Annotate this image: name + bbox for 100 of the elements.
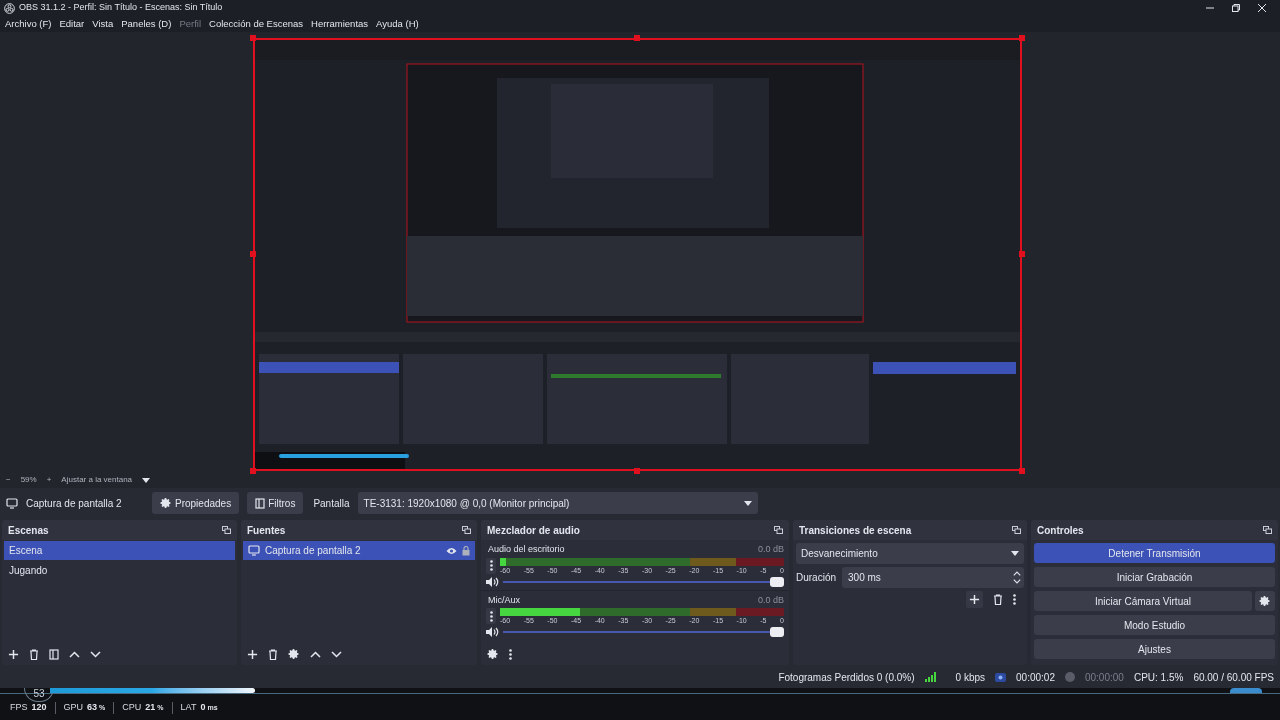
zoom-out-button[interactable]: − (6, 474, 11, 486)
move-up-icon[interactable] (310, 650, 321, 658)
move-down-icon[interactable] (90, 650, 101, 658)
dock-title: Controles (1037, 523, 1084, 538)
volume-reading: 0.0 dB (757, 543, 784, 556)
slider-thumb[interactable] (770, 627, 784, 637)
add-icon[interactable] (969, 594, 980, 605)
dock-title: Transiciones de escena (799, 523, 912, 538)
monitor-icon (6, 497, 18, 509)
field-label: Pantalla (313, 496, 350, 511)
source-item[interactable]: Captura de pantalla 2 (243, 541, 475, 560)
menu-item[interactable]: Editar (59, 16, 85, 32)
control-button[interactable]: Iniciar Grabación (1034, 567, 1275, 587)
scene-item[interactable]: Jugando (4, 561, 235, 580)
undock-icon[interactable] (222, 526, 231, 534)
resize-handle[interactable] (634, 35, 640, 41)
undock-icon[interactable] (462, 526, 471, 534)
resize-handle[interactable] (250, 251, 256, 257)
speaker-icon[interactable] (486, 576, 499, 587)
menu-item[interactable]: Ayuda (H) (376, 16, 419, 32)
volume-slider[interactable] (503, 627, 784, 637)
duration-spinbox[interactable]: 300 ms (842, 567, 1024, 588)
speaker-icon[interactable] (486, 627, 499, 637)
minimize-icon[interactable] (1206, 4, 1214, 12)
undock-icon[interactable] (1012, 526, 1021, 534)
overlay-stat-label: FPS (10, 701, 28, 715)
resize-handle[interactable] (1019, 468, 1025, 474)
move-down-icon[interactable] (331, 650, 342, 658)
trash-icon[interactable] (268, 648, 278, 660)
control-button[interactable]: Modo Estudio (1034, 615, 1275, 635)
lock-icon[interactable] (462, 545, 470, 556)
restore-icon[interactable] (1232, 4, 1240, 12)
display-dropdown[interactable]: TE-3131: 1920x1080 @ 0,0 (Monitor principal) (357, 492, 758, 514)
add-icon[interactable] (8, 648, 19, 660)
overlay-stat-value: 63 (87, 701, 98, 715)
channel-name: Mic/Aux (487, 593, 520, 607)
app-logo-icon (4, 2, 15, 14)
trash-icon[interactable] (29, 648, 39, 660)
filters-button[interactable]: Filtros (247, 492, 304, 514)
spin-up-icon[interactable] (1013, 571, 1021, 576)
move-up-icon[interactable] (69, 650, 80, 658)
resize-handle[interactable] (1019, 35, 1025, 41)
overlay-stat-value: 21 (145, 701, 156, 715)
add-icon[interactable] (247, 648, 258, 660)
gear-icon (1259, 595, 1271, 607)
dropped-frames: Fotogramas Perdidos 0 (0.0%) (778, 669, 915, 685)
filter-icon (49, 648, 59, 660)
menu-item[interactable]: Herramientas (311, 16, 369, 32)
zoom-level: 59% (20, 474, 37, 486)
fit-to-window-dropdown[interactable]: Ajustar a la ventana (61, 474, 133, 486)
trash-icon[interactable] (993, 594, 1003, 605)
more-icon[interactable] (509, 648, 512, 660)
control-button[interactable]: Ajustes (1034, 639, 1275, 659)
overlay-stat-value: 0 (200, 701, 206, 715)
signal-icon (924, 672, 936, 682)
field-label: Duración (796, 571, 837, 585)
properties-button[interactable]: Propiedades (152, 492, 240, 514)
spin-down-icon[interactable] (1013, 579, 1021, 584)
overlay-indicator (1230, 688, 1262, 693)
bitrate: 0 kbps (955, 670, 986, 685)
zoom-in-button[interactable]: + (46, 474, 52, 486)
dock-title: Fuentes (247, 523, 286, 538)
volume-reading: 0.0 dB (757, 593, 784, 607)
undock-icon[interactable] (774, 526, 783, 534)
undock-icon[interactable] (1263, 526, 1272, 534)
overlay-stat-label: CPU (122, 701, 142, 715)
caret-icon[interactable] (743, 500, 752, 506)
streaming-icon (995, 672, 1007, 682)
menu-item[interactable]: Colección de Escenas (209, 16, 304, 32)
more-icon[interactable] (489, 560, 493, 571)
gauge-reading: 53 (33, 688, 45, 700)
resize-handle[interactable] (250, 35, 256, 41)
menu-item[interactable]: Archivo (F) (5, 16, 52, 32)
menu-item[interactable]: Vista (92, 16, 114, 32)
resize-handle[interactable] (250, 468, 256, 474)
resize-handle[interactable] (634, 468, 640, 474)
scene-item[interactable]: Escena (4, 541, 235, 560)
caret-icon[interactable] (1011, 551, 1019, 556)
volume-slider[interactable] (503, 576, 784, 587)
record-time: 00:00:00 (1084, 670, 1124, 685)
settings-icon[interactable] (288, 648, 300, 660)
close-icon[interactable] (1258, 4, 1266, 12)
advanced-settings-icon[interactable] (487, 648, 499, 660)
eye-icon[interactable] (446, 546, 457, 555)
menu-item[interactable]: Paneles (D) (121, 16, 172, 32)
more-icon[interactable] (489, 610, 493, 622)
caret-icon[interactable] (142, 477, 151, 483)
dock-title: Mezclador de audio (487, 523, 580, 538)
resize-handle[interactable] (1019, 251, 1025, 257)
transition-dropdown[interactable]: Desvanecimiento (796, 543, 1024, 564)
slider-thumb[interactable] (770, 576, 784, 587)
monitor-icon (248, 545, 260, 556)
channel-name: Audio del escritorio (487, 543, 565, 556)
stream-time: 00:00:02 (1016, 670, 1055, 685)
control-button[interactable]: Detener Transmisión (1034, 543, 1275, 563)
gear-icon (160, 497, 172, 509)
source-name: Captura de pantalla 2 (26, 496, 123, 511)
more-icon[interactable] (1013, 594, 1016, 605)
control-button[interactable]: Iniciar Cámara Virtual (1034, 591, 1252, 611)
settings-button[interactable] (1255, 591, 1275, 611)
